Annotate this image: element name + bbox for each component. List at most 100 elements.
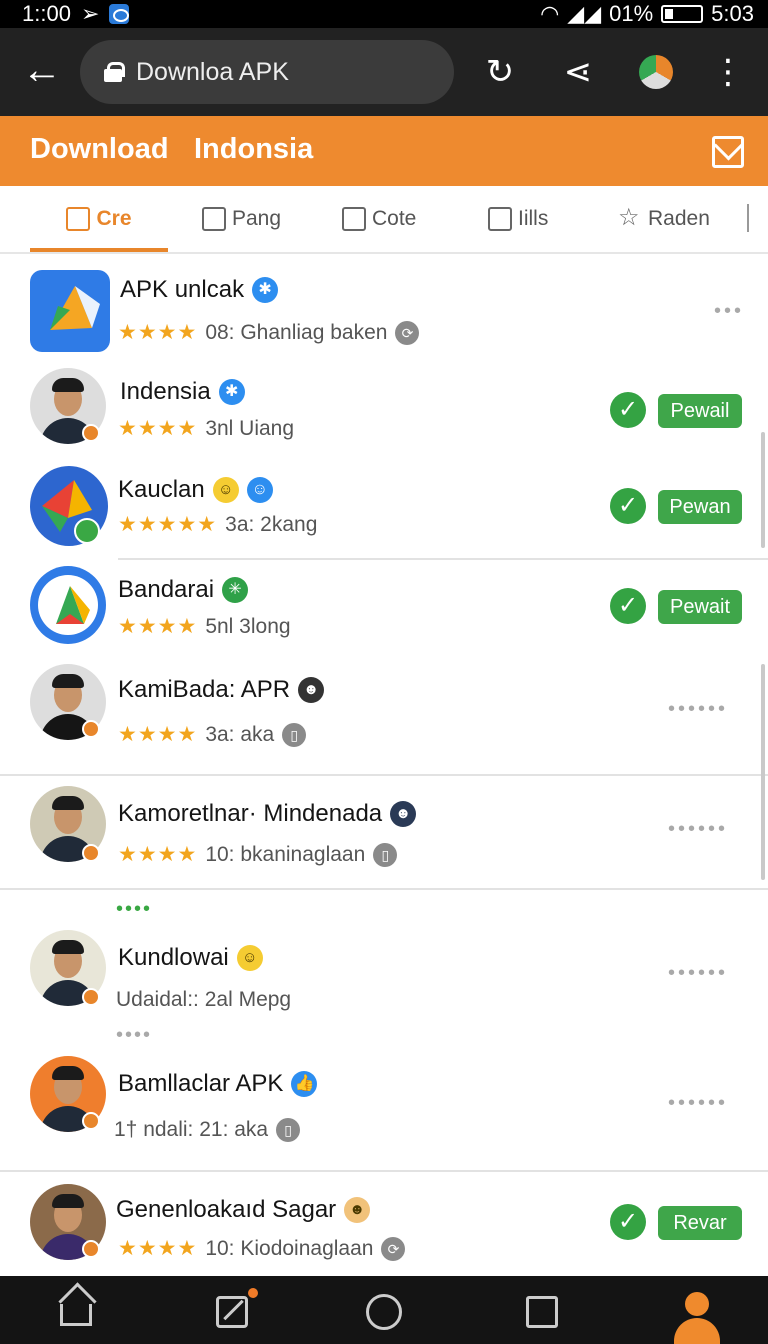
tab-label: Pang bbox=[232, 207, 282, 230]
home-icon[interactable] bbox=[60, 1304, 92, 1326]
rating-stars: ★★★★ bbox=[118, 723, 198, 746]
list-item[interactable]: APK unlcak ✱ ★★★★ 08: Ghanliag baken ⟳ ••• bbox=[0, 270, 768, 356]
recents-icon[interactable] bbox=[526, 1296, 558, 1328]
list-item[interactable]: Kundlowai ☺ Udaidal:: 2al Mepg •••••• bbox=[0, 930, 768, 1030]
status-time-left: 1::00 bbox=[22, 1, 71, 26]
list-item[interactable]: Kamoretlnar· Mindenada ☻ ★★★★ 10: bkaninag… bbox=[0, 786, 768, 886]
item-subtitle: 10: Kiodoinaglaan bbox=[205, 1236, 374, 1260]
item-subtitle: 3a: 2kang bbox=[225, 512, 318, 536]
scrollbar[interactable] bbox=[761, 432, 765, 548]
more-options-icon[interactable]: •••••• bbox=[668, 818, 728, 841]
tab-label: Iills bbox=[518, 207, 549, 230]
list-item[interactable]: Kauclan ☺ ☺ ★★★★★ 3a: 2kang ✓ Pewan bbox=[0, 466, 768, 558]
status-dot-icon bbox=[82, 1240, 100, 1258]
emoji-icon: ☺ bbox=[212, 477, 239, 503]
status-dot-icon bbox=[82, 720, 100, 738]
list-item[interactable]: Bandarai ✳ ★★★★ 5nl 3long ✓ Pewait bbox=[0, 566, 768, 658]
clipboard-mini-icon: ▯ bbox=[276, 1118, 301, 1142]
app-name: KamiBada: APR ☻ bbox=[118, 676, 325, 704]
back-arrow-icon[interactable]: ← bbox=[22, 48, 62, 92]
item-title: KamiBada: APR bbox=[118, 676, 291, 703]
battery-icon bbox=[661, 5, 704, 23]
scrollbar[interactable] bbox=[761, 664, 765, 880]
item-meta: ★★★★ 08: Ghanliag baken ⟳ bbox=[118, 320, 420, 345]
app-logo-icon bbox=[50, 286, 100, 330]
install-button[interactable]: Revar bbox=[658, 1206, 742, 1240]
item-meta: ★★★★ 3a: aka ▯ bbox=[118, 722, 307, 747]
rating-stars: ★★★★ bbox=[118, 417, 198, 440]
star-icon: ☆ bbox=[618, 204, 640, 231]
avatar-mini-icon: ☻ bbox=[390, 801, 417, 827]
tab-label: Cre bbox=[96, 207, 132, 230]
tab-cote[interactable]: Cote bbox=[342, 186, 416, 252]
status-dot-icon bbox=[82, 1112, 100, 1130]
check-icon: ✓ bbox=[610, 588, 646, 624]
app-name: APK unlcak ✱ bbox=[120, 276, 279, 304]
verified-icon: ☺ bbox=[246, 477, 273, 503]
app-logo-icon bbox=[38, 575, 98, 635]
tab-iills[interactable]: Iills bbox=[488, 186, 548, 252]
sync-icon: ⟳ bbox=[381, 1236, 406, 1261]
list-item[interactable]: Genenloakaıd Sagar ☻ ★★★★ 10: Kiodoinaglaa… bbox=[0, 1184, 768, 1276]
loading-dots-icon: •••• bbox=[116, 898, 153, 920]
install-button[interactable]: Pewan bbox=[658, 490, 742, 524]
item-subtitle: 3a: aka bbox=[205, 722, 275, 746]
share-icon[interactable]: ⋖ bbox=[556, 50, 600, 94]
lock-icon bbox=[104, 62, 125, 82]
emoji-icon: ☺ bbox=[236, 945, 263, 971]
extension-icon[interactable] bbox=[634, 50, 678, 94]
check-icon: ✓ bbox=[610, 1204, 646, 1240]
app-name: Kauclan ☺ ☺ bbox=[118, 476, 273, 504]
battery-percent: 01% bbox=[609, 1, 654, 26]
loading-dots-icon: •••• bbox=[116, 1024, 153, 1046]
sparkle-icon: ✳ bbox=[222, 577, 249, 603]
divider bbox=[0, 888, 768, 890]
more-options-icon[interactable]: •••••• bbox=[668, 962, 728, 985]
more-options-icon[interactable]: •••••• bbox=[668, 1092, 728, 1115]
divider bbox=[118, 558, 768, 560]
notification-dot-icon bbox=[248, 1288, 258, 1298]
status-dot-icon bbox=[82, 424, 100, 442]
overflow-menu-icon[interactable]: ⋮ bbox=[706, 50, 750, 94]
address-bar[interactable]: Downloa APK bbox=[80, 40, 454, 104]
app-name: Bandarai ✳ bbox=[118, 576, 249, 604]
header-title-download: Download bbox=[30, 133, 169, 165]
circle-home-icon[interactable] bbox=[366, 1294, 402, 1330]
item-title: APK unlcak bbox=[120, 276, 245, 303]
list-item[interactable]: Bamllaclar APK 👍 1† ndali: 21: aka ▯ •••••… bbox=[0, 1056, 768, 1156]
tab-raden[interactable]: ☆ Raden bbox=[618, 186, 710, 252]
list-item[interactable]: KamiBada: APR ☻ ★★★★ 3a: aka ▯ •••••• bbox=[0, 664, 768, 764]
item-subtitle: 3nl Uiang bbox=[205, 416, 295, 440]
item-title: Indensia bbox=[120, 378, 211, 405]
app-name: Kundlowai ☺ bbox=[118, 944, 263, 972]
page-header: Download Indonsia bbox=[0, 116, 768, 186]
rating-stars: ★★★★★ bbox=[118, 513, 218, 536]
item-meta: ★★★★ 5nl 3long bbox=[118, 614, 291, 639]
status-time-right: 5:03 bbox=[711, 1, 754, 26]
install-button[interactable]: Pewail bbox=[658, 394, 742, 428]
more-options-icon[interactable]: •••••• bbox=[668, 698, 728, 721]
emoji-icon: ☻ bbox=[344, 1197, 371, 1223]
item-meta: ★★★★ 3nl Uiang bbox=[118, 416, 294, 441]
tab-pang[interactable]: Pang bbox=[202, 186, 281, 252]
pen-icon bbox=[202, 207, 226, 231]
verified-icon: ✱ bbox=[252, 277, 279, 303]
item-subtitle: 5nl 3long bbox=[205, 614, 291, 638]
leaf-badge-icon bbox=[74, 518, 100, 544]
tab-label: Raden bbox=[648, 207, 710, 230]
list-item[interactable]: Indensia ✱ ★★★★ 3nl Uiang ✓ Pewail bbox=[0, 368, 768, 458]
more-options-icon[interactable]: ••• bbox=[714, 300, 744, 323]
verified-icon: ✱ bbox=[218, 379, 245, 405]
divider bbox=[0, 1170, 768, 1172]
signal-icon: ◢◢ bbox=[567, 1, 602, 26]
item-title: Bamllaclar APK bbox=[118, 1070, 284, 1097]
install-button[interactable]: Pewait bbox=[658, 590, 742, 624]
edit-icon[interactable] bbox=[216, 1296, 248, 1328]
avatar-mini-icon: ☻ bbox=[298, 677, 325, 703]
reload-icon[interactable]: ↻ bbox=[478, 50, 522, 94]
app-icon bbox=[30, 566, 106, 644]
tab-cre[interactable]: Cre bbox=[30, 186, 168, 252]
clipboard-icon bbox=[488, 207, 512, 231]
profile-icon[interactable] bbox=[672, 1292, 722, 1344]
close-mail-icon[interactable] bbox=[712, 136, 744, 168]
